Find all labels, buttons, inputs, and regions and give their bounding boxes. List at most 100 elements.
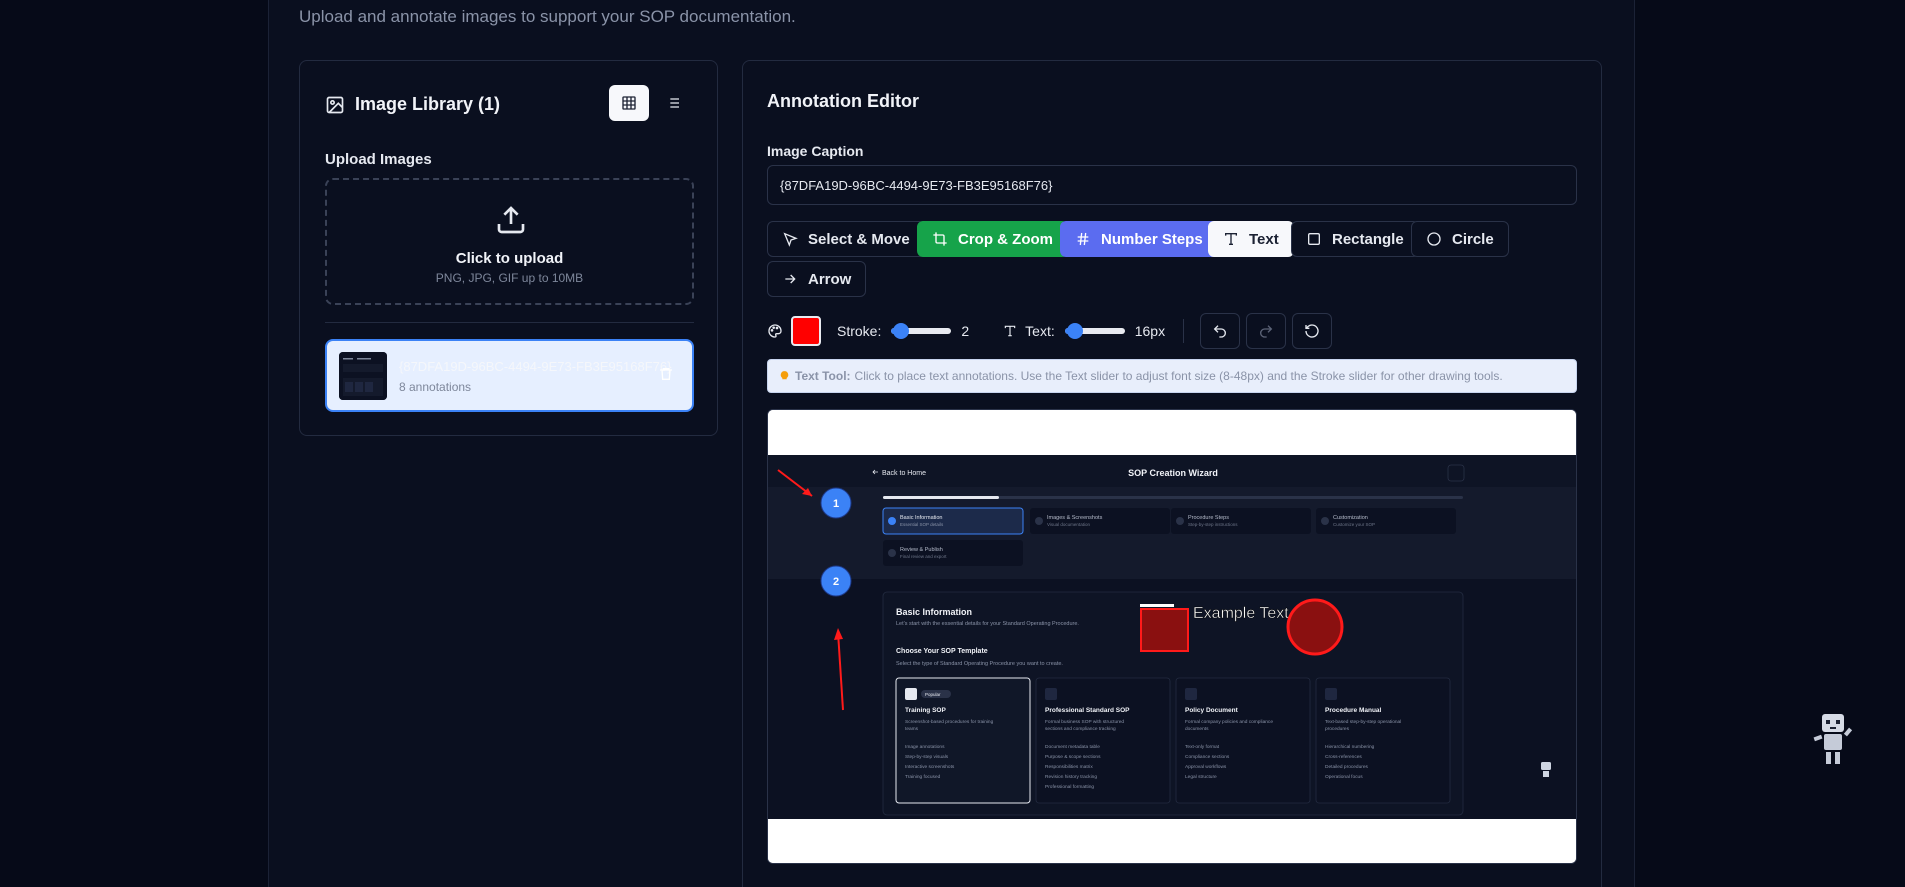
preview-template-1-item: Training focused — [905, 774, 941, 780]
stroke-slider[interactable] — [891, 323, 952, 339]
upload-dropzone[interactable]: Click to upload PNG, JPG, GIF up to 10MB — [325, 178, 694, 305]
image-item-name: {87DFA19D-96BC-4494-9E73-FB3E95168F76} — [399, 359, 672, 374]
arrow-right-icon — [785, 274, 796, 284]
undo-icon — [1213, 325, 1227, 338]
upload-title: Click to upload — [455, 250, 564, 267]
preview-section-title: Basic Information — [896, 607, 972, 617]
preview-template-3-desc2: documents — [1185, 726, 1209, 732]
step-marker-2: 2 — [833, 576, 839, 588]
text-tool[interactable]: Text — [1208, 221, 1294, 257]
preview-template-4-item: Cross-references — [1325, 754, 1362, 760]
preview-step-4-sub: Customize your SOP — [1333, 522, 1375, 527]
preview-template-2: Professional Standard SOP — [1045, 707, 1130, 714]
annotation-canvas[interactable]: Back to Home SOP Creation Wizard Basic I… — [767, 409, 1577, 864]
preview-template-3-item: Text-only format — [1185, 744, 1220, 750]
caption-label: Image Caption — [767, 143, 864, 159]
preview-template-1-item: Step-by-step visuals — [905, 754, 949, 760]
preview-template-2-item: Responsibilities matrix — [1045, 764, 1093, 770]
preview-popular-badge: Popular — [925, 692, 941, 697]
preview-template-4-desc2: procedures — [1325, 726, 1350, 732]
preview-template-2-item: Professional formatting — [1045, 784, 1094, 790]
robot-assistant-icon[interactable] — [1808, 712, 1856, 773]
rectangle-tool[interactable]: Rectangle — [1291, 221, 1419, 257]
circle-tool[interactable]: Circle — [1411, 221, 1509, 257]
preview-template-3-item: Compliance sections — [1185, 754, 1230, 760]
type-icon — [1225, 233, 1237, 245]
preview-template-4-item: Detailed procedures — [1325, 764, 1369, 770]
preview-section-sub: Let's start with the essential details f… — [896, 621, 1079, 627]
rectangle-label: Rectangle — [1332, 230, 1404, 248]
text-size-value: 16px — [1134, 323, 1166, 339]
select-move-tool[interactable]: Select & Move — [767, 221, 925, 257]
preview-template-4-desc1: Text-based step-by-step operational — [1325, 719, 1401, 725]
preview-template-3-item: Approval workflows — [1185, 764, 1227, 770]
cursor-icon — [783, 232, 798, 247]
type-icon — [1004, 325, 1016, 337]
palette-icon — [768, 324, 782, 338]
image-thumbnail — [339, 352, 387, 400]
preview-step-4: Customization — [1333, 515, 1368, 521]
preview-step-5-sub: Final review and export — [900, 554, 947, 559]
trash-icon[interactable] — [658, 366, 674, 382]
list-icon — [667, 98, 679, 108]
annotation-editor-panel: Annotation Editor Image Caption Select &… — [742, 60, 1602, 887]
number-steps-tool[interactable]: Number Steps — [1060, 221, 1218, 257]
preview-template-4-item: Operational focus — [1325, 774, 1363, 780]
arrow-tool[interactable]: Arrow — [767, 261, 867, 297]
image-item-annotations: 8 annotations — [399, 380, 472, 394]
separator — [1183, 319, 1185, 343]
crop-zoom-label: Crop & Zoom — [958, 230, 1053, 248]
preview-wizard-title: SOP Creation Wizard — [1128, 468, 1218, 478]
divider — [325, 322, 694, 323]
circle-label: Circle — [1452, 230, 1494, 248]
hash-icon — [1077, 232, 1089, 246]
preview-choose-title: Choose Your SOP Template — [896, 648, 988, 655]
color-picker[interactable] — [791, 316, 821, 346]
preview-template-2-desc2: sections and compliance tracking — [1045, 726, 1116, 732]
preview-template-3: Policy Document — [1185, 707, 1239, 714]
step-marker-1: 1 — [833, 498, 839, 510]
preview-step-3: Procedure Steps — [1188, 515, 1229, 521]
upload-hint: PNG, JPG, GIF up to 10MB — [435, 271, 584, 285]
redo-button[interactable] — [1246, 313, 1287, 349]
lightbulb-icon — [780, 370, 789, 382]
page-subtitle: Upload and annotate images to support yo… — [299, 7, 796, 26]
stroke-value: 2 — [961, 323, 970, 339]
select-move-label: Select & Move — [808, 230, 910, 248]
preview-template-1-item: Image annotations — [905, 744, 945, 750]
library-header: Image Library (1) — [325, 94, 500, 115]
number-steps-label: Number Steps — [1101, 230, 1203, 248]
undo-button[interactable] — [1200, 313, 1241, 349]
preview-template-4-item: Hierarchical numbering — [1325, 744, 1375, 750]
list-view-button[interactable] — [653, 85, 693, 121]
editor-title: Annotation Editor — [767, 91, 919, 111]
preview-step-5: Review & Publish — [900, 547, 943, 553]
preview-step-2-sub: Visual documentation — [1047, 522, 1090, 527]
stroke-label: Stroke: — [837, 323, 882, 339]
square-icon — [1308, 233, 1320, 245]
preview-template-2-item: Document metadata table — [1045, 744, 1100, 750]
grid-view-button[interactable] — [609, 85, 649, 121]
tool-tip: Text Tool: Click to place text annotatio… — [767, 359, 1577, 393]
image-list-item[interactable]: {87DFA19D-96BC-4494-9E73-FB3E95168F76} 8… — [325, 339, 694, 412]
caption-input[interactable] — [767, 165, 1577, 205]
text-size-slider[interactable] — [1064, 323, 1125, 339]
reset-button[interactable] — [1292, 313, 1333, 349]
preview-template-3-item: Legal structure — [1185, 774, 1217, 780]
redo-icon — [1260, 325, 1273, 338]
tip-body: Click to place text annotations. Use the… — [854, 369, 1503, 383]
preview-template-1-desc1: Screenshot-based procedures for training — [905, 719, 994, 725]
crop-zoom-tool[interactable]: Crop & Zoom — [917, 221, 1068, 257]
preview-template-1: Training SOP — [905, 707, 946, 714]
tip-title: Text Tool: — [795, 369, 851, 383]
preview-step-2: Images & Screenshots — [1047, 515, 1103, 521]
circle-icon — [1427, 232, 1441, 246]
image-library-panel: Image Library (1) Upload Images Click to… — [299, 60, 718, 436]
preview-choose-sub: Select the type of Standard Operating Pr… — [896, 661, 1063, 667]
preview-template-2-item: Purpose & scope sections — [1045, 754, 1101, 760]
annotation-text: Example Text — [1193, 605, 1289, 622]
grid-icon — [622, 96, 636, 110]
upload-icon — [497, 206, 525, 234]
arrow-label: Arrow — [808, 270, 852, 288]
preview-template-1-desc2: teams — [905, 726, 919, 732]
